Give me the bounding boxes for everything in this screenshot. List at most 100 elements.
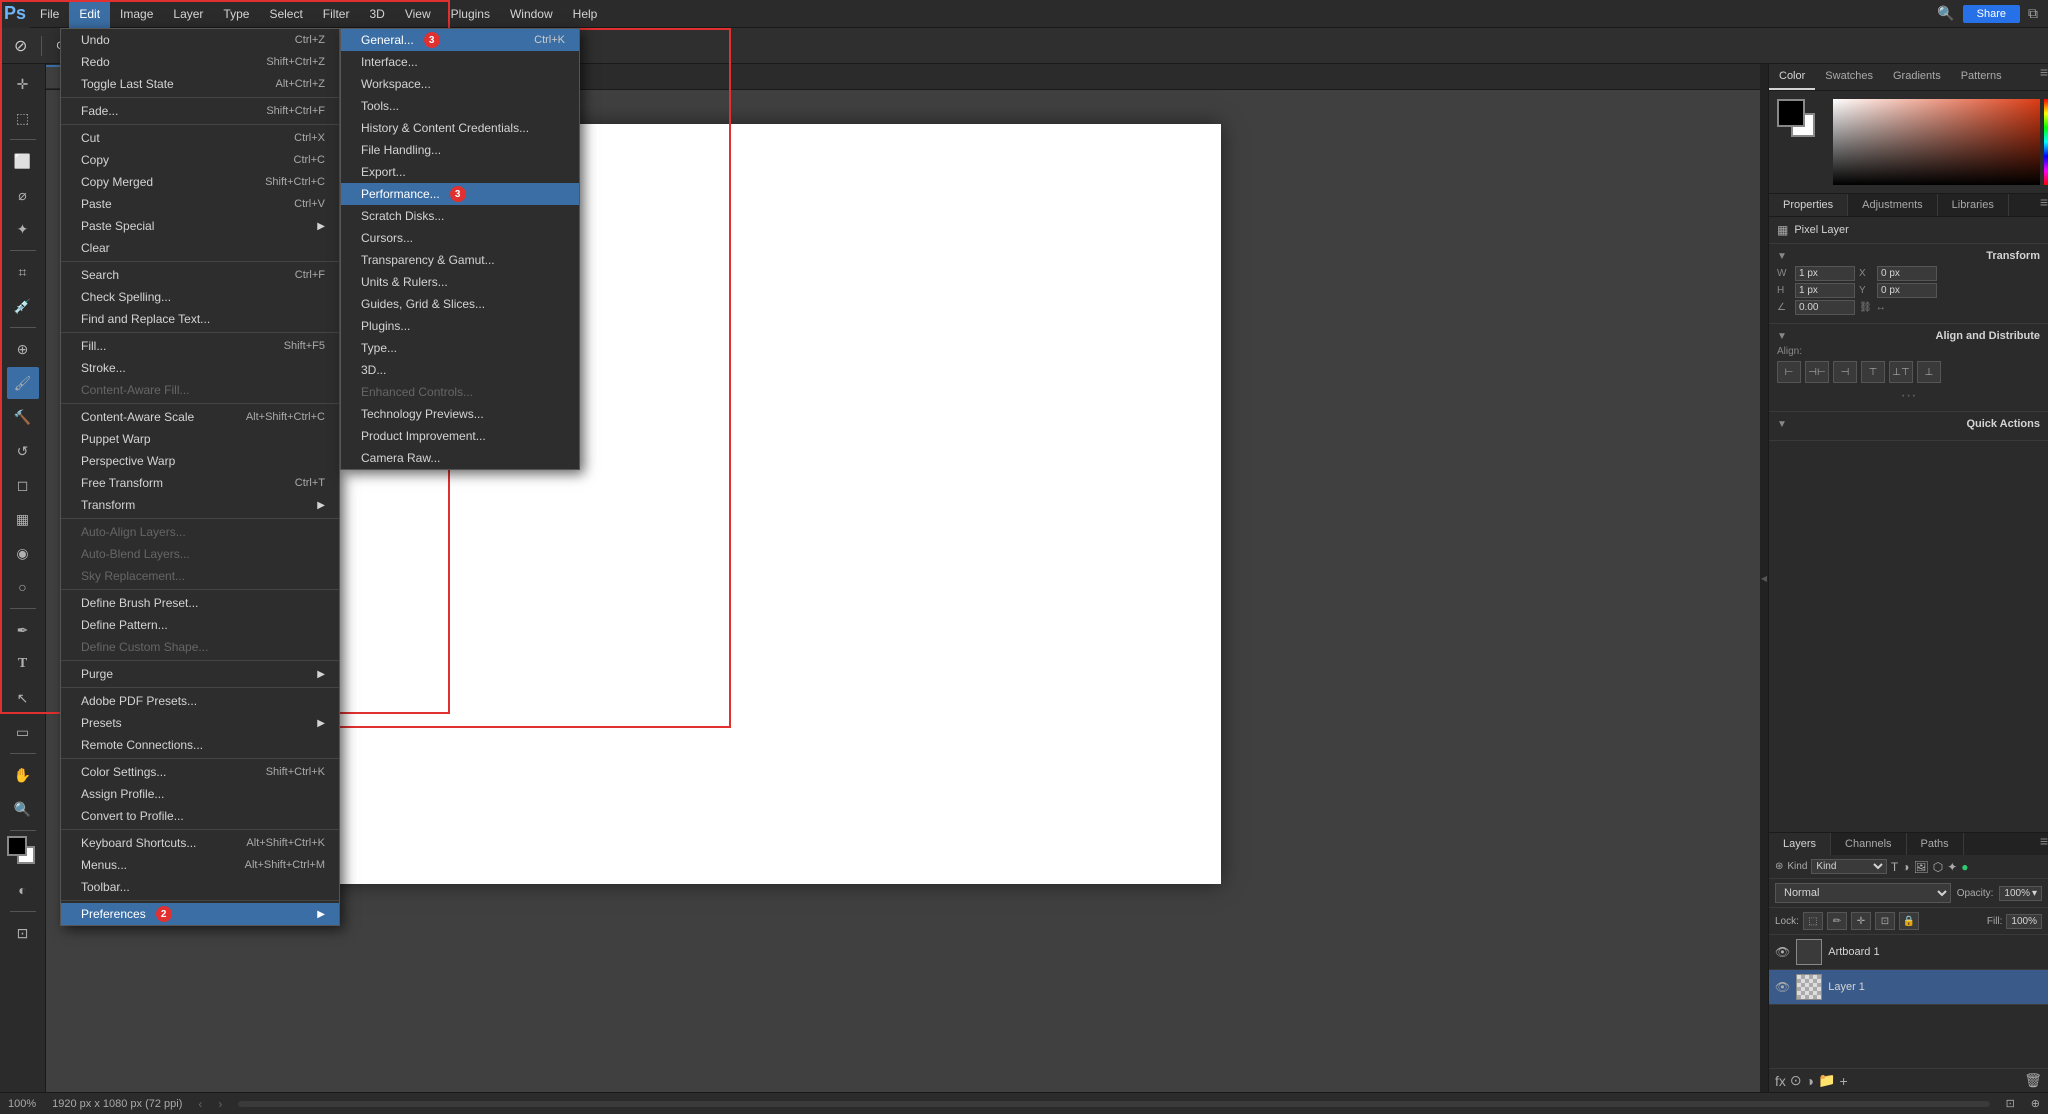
- lock-pixels-btn[interactable]: ✏: [1827, 912, 1847, 930]
- menu-auto-align[interactable]: Auto-Align Layers...: [61, 521, 339, 543]
- type-tool[interactable]: T: [7, 648, 39, 680]
- pref-units-rulers[interactable]: Units & Rulers...: [341, 271, 579, 293]
- lock-transparent-btn[interactable]: ⬚: [1803, 912, 1823, 930]
- menu-define-custom-shape[interactable]: Define Custom Shape...: [61, 636, 339, 658]
- pref-product-improvement[interactable]: Product Improvement...: [341, 425, 579, 447]
- layers-kind-dropdown[interactable]: Kind: [1811, 859, 1886, 874]
- menu-find-replace[interactable]: Find and Replace Text...: [61, 308, 339, 330]
- menu-help[interactable]: Help: [563, 0, 608, 28]
- lasso-tool[interactable]: ⌀: [7, 179, 39, 211]
- menu-transform[interactable]: Transform ▶: [61, 494, 339, 516]
- menu-search[interactable]: Search Ctrl+F: [61, 264, 339, 286]
- menu-type[interactable]: Type: [213, 0, 259, 28]
- search-icon[interactable]: 🔍: [1937, 5, 1954, 22]
- pref-camera-raw[interactable]: Camera Raw...: [341, 447, 579, 469]
- clone-stamp-tool[interactable]: 🔨: [7, 401, 39, 433]
- menu-pdf-presets[interactable]: Adobe PDF Presets...: [61, 690, 339, 712]
- path-select-tool[interactable]: ↖: [7, 682, 39, 714]
- menu-filter[interactable]: Filter: [313, 0, 360, 28]
- artboard-tool[interactable]: ⬚: [7, 102, 39, 134]
- pref-type[interactable]: Type...: [341, 337, 579, 359]
- quick-actions-header[interactable]: ▼ Quick Actions: [1777, 418, 2040, 430]
- layer-filter-adj-icon[interactable]: ◑: [1902, 860, 1909, 874]
- menu-clear[interactable]: Clear: [61, 237, 339, 259]
- tab-color[interactable]: Color: [1769, 64, 1815, 90]
- layer-1-item[interactable]: 👁 Layer 1: [1769, 970, 2048, 1005]
- align-header[interactable]: ▼ Align and Distribute: [1777, 330, 2040, 342]
- menu-free-transform[interactable]: Free Transform Ctrl+T: [61, 472, 339, 494]
- scroll-bar[interactable]: [238, 1101, 1989, 1107]
- layer-fx-icon[interactable]: fx: [1775, 1073, 1786, 1089]
- lock-artboard-btn[interactable]: ⊡: [1875, 912, 1895, 930]
- eraser-tool[interactable]: ◻: [7, 469, 39, 501]
- new-layer-icon[interactable]: +: [1840, 1073, 1848, 1089]
- menu-menus[interactable]: Menus... Alt+Shift+Ctrl+M: [61, 854, 339, 876]
- menu-image[interactable]: Image: [110, 0, 163, 28]
- menu-view[interactable]: View: [395, 0, 441, 28]
- menu-3d[interactable]: 3D: [359, 0, 394, 28]
- pref-transparency[interactable]: Transparency & Gamut...: [341, 249, 579, 271]
- properties-menu-icon[interactable]: ≡: [2040, 194, 2048, 216]
- tab-properties[interactable]: Properties: [1769, 194, 1848, 216]
- menu-keyboard-shortcuts[interactable]: Keyboard Shortcuts... Alt+Shift+Ctrl+K: [61, 832, 339, 854]
- brush-tool[interactable]: 🖌: [7, 367, 39, 399]
- y-input[interactable]: [1877, 283, 1937, 298]
- layout-icon[interactable]: ⊡: [2006, 1097, 2015, 1110]
- menu-convert-profile[interactable]: Convert to Profile...: [61, 805, 339, 827]
- tab-swatches[interactable]: Swatches: [1815, 64, 1883, 90]
- foreground-color[interactable]: [7, 836, 27, 856]
- eyedropper-tool[interactable]: 💉: [7, 290, 39, 322]
- pref-scratch-disks[interactable]: Scratch Disks...: [341, 205, 579, 227]
- delete-layer-icon[interactable]: 🗑: [2024, 1072, 2042, 1089]
- layer-filter-img-icon[interactable]: 🖼: [1913, 860, 1928, 874]
- menu-layer[interactable]: Layer: [163, 0, 213, 28]
- add-mask-icon[interactable]: ⊙: [1790, 1072, 1802, 1089]
- menu-check-spelling[interactable]: Check Spelling...: [61, 286, 339, 308]
- pref-cursors[interactable]: Cursors...: [341, 227, 579, 249]
- pref-plugins[interactable]: Plugins...: [341, 315, 579, 337]
- menu-auto-blend[interactable]: Auto-Blend Layers...: [61, 543, 339, 565]
- align-bottom-btn[interactable]: ⊥: [1917, 361, 1941, 383]
- menu-define-brush[interactable]: Define Brush Preset...: [61, 592, 339, 614]
- move-tool[interactable]: ✛: [7, 68, 39, 100]
- menu-sky-replacement[interactable]: Sky Replacement...: [61, 565, 339, 587]
- zoom-fit-icon[interactable]: ⊕: [2031, 1097, 2040, 1110]
- quick-mask-btn[interactable]: ◐: [7, 874, 39, 906]
- hue-slider[interactable]: [2044, 99, 2048, 185]
- pref-export[interactable]: Export...: [341, 161, 579, 183]
- menu-undo[interactable]: Undo Ctrl+Z: [61, 29, 339, 51]
- align-top-btn[interactable]: ⊤: [1861, 361, 1885, 383]
- hand-tool[interactable]: ✋: [7, 759, 39, 791]
- pref-tech-previews[interactable]: Technology Previews...: [341, 403, 579, 425]
- tab-adjustments[interactable]: Adjustments: [1848, 194, 1938, 216]
- tab-channels[interactable]: Channels: [1831, 833, 1906, 855]
- panel-collapse-bar[interactable]: ◀: [1760, 64, 1768, 1092]
- menu-edit[interactable]: Edit: [69, 0, 110, 28]
- layers-menu-icon[interactable]: ≡: [2040, 833, 2048, 855]
- share-button[interactable]: Share: [1963, 5, 2020, 23]
- pref-file-handling[interactable]: File Handling...: [341, 139, 579, 161]
- menu-file[interactable]: File: [30, 0, 69, 28]
- eye-layer1-icon[interactable]: 👁: [1775, 980, 1790, 994]
- crop-tool[interactable]: ⌗: [7, 256, 39, 288]
- blend-mode-dropdown[interactable]: Normal Multiply Screen: [1775, 883, 1951, 903]
- align-left-btn[interactable]: ⊢: [1777, 361, 1801, 383]
- lock-all-btn[interactable]: 🔒: [1899, 912, 1919, 930]
- height-input[interactable]: [1795, 283, 1855, 298]
- menu-stroke[interactable]: Stroke...: [61, 357, 339, 379]
- pref-tools[interactable]: Tools...: [341, 95, 579, 117]
- align-center-h-btn[interactable]: ⊣⊢: [1805, 361, 1829, 383]
- menu-copy[interactable]: Copy Ctrl+C: [61, 149, 339, 171]
- adjustment-icon[interactable]: ◑: [1806, 1073, 1814, 1089]
- opacity-value-display[interactable]: 100% ▾: [1999, 886, 2042, 901]
- pref-workspace[interactable]: Workspace...: [341, 73, 579, 95]
- fg-color-swatch[interactable]: [1777, 99, 1805, 127]
- transform-header[interactable]: ▼ Transform: [1777, 250, 2040, 262]
- menu-paste-special[interactable]: Paste Special ▶: [61, 215, 339, 237]
- tab-paths[interactable]: Paths: [1907, 833, 1964, 855]
- menu-toggle-last-state[interactable]: Toggle Last State Alt+Ctrl+Z: [61, 73, 339, 95]
- pref-performance[interactable]: Performance... 3: [341, 183, 579, 205]
- color-gradient-picker[interactable]: [1833, 99, 2040, 185]
- menu-perspective-warp[interactable]: Perspective Warp: [61, 450, 339, 472]
- menu-presets[interactable]: Presets ▶: [61, 712, 339, 734]
